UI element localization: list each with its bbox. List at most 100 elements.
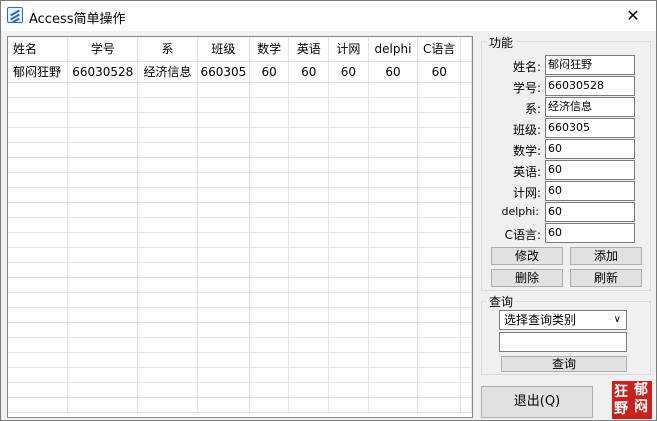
empty-cell xyxy=(368,292,419,308)
empty-cell xyxy=(460,142,472,158)
clang-field[interactable]: 60 xyxy=(545,223,635,243)
empty-cell xyxy=(8,97,69,113)
cell-math[interactable]: 60 xyxy=(249,61,290,83)
empty-cell xyxy=(288,187,330,203)
column-header-math[interactable]: 数学 xyxy=(249,37,290,62)
stamp-logo: 狂 郁 野 闷 xyxy=(612,381,652,419)
cell-dept[interactable]: 经济信息 xyxy=(137,61,198,83)
column-header-name[interactable]: 姓名 xyxy=(8,37,69,62)
empty-cell xyxy=(8,112,69,128)
empty-cell xyxy=(328,172,369,188)
empty-cell xyxy=(249,112,290,128)
empty-row xyxy=(8,217,472,233)
empty-cell xyxy=(137,397,198,413)
empty-cell xyxy=(328,217,369,233)
empty-cell xyxy=(368,202,419,218)
query-input[interactable] xyxy=(499,332,627,352)
empty-cell xyxy=(197,367,250,383)
empty-cell xyxy=(460,367,472,383)
close-button[interactable]: ✕ xyxy=(610,1,656,31)
column-header-network[interactable]: 计网 xyxy=(328,37,369,62)
empty-cell xyxy=(288,172,330,188)
cell-english[interactable]: 60 xyxy=(288,61,330,83)
empty-cell xyxy=(368,217,419,233)
empty-cell xyxy=(368,232,419,248)
empty-cell xyxy=(137,322,198,338)
student-grid[interactable]: 姓名 学号 系 班级 数学 英语 计网 delphi C语言 郁闷狂野 6603… xyxy=(7,36,473,418)
empty-row xyxy=(8,172,472,188)
empty-cell xyxy=(328,157,369,173)
cell-network[interactable]: 60 xyxy=(328,61,369,83)
query-button[interactable]: 查询 xyxy=(501,356,627,372)
empty-cell xyxy=(328,292,369,308)
empty-cell xyxy=(8,172,69,188)
class-field[interactable]: 660305 xyxy=(545,118,635,138)
delphi-field[interactable]: 60 xyxy=(545,202,635,222)
function-group-label: 功能 xyxy=(486,34,517,51)
column-header-clang[interactable]: C语言 xyxy=(417,37,462,62)
table-row[interactable]: 郁闷狂野 66030528 经济信息 660305 60 60 60 60 60 xyxy=(8,61,472,83)
column-header-class[interactable]: 班级 xyxy=(197,37,250,62)
empty-cell xyxy=(8,127,69,143)
empty-cell xyxy=(288,337,330,353)
empty-cell xyxy=(460,307,472,323)
name-field[interactable]: 郁闷狂野 xyxy=(545,55,635,75)
network-label: 计网: xyxy=(512,186,541,200)
column-header-dept[interactable]: 系 xyxy=(137,37,198,62)
modify-button[interactable]: 修改 xyxy=(491,247,563,265)
cell-clang[interactable]: 60 xyxy=(417,61,462,83)
empty-cell xyxy=(249,97,290,113)
column-header-delphi[interactable]: delphi xyxy=(368,37,419,62)
cell-name[interactable]: 郁闷狂野 xyxy=(8,61,69,83)
empty-cell xyxy=(417,127,462,143)
cell-class[interactable]: 660305 xyxy=(197,61,250,83)
empty-cell xyxy=(249,307,290,323)
empty-cell xyxy=(368,307,419,323)
empty-cell xyxy=(288,142,330,158)
title-bar[interactable]: Access简单操作 ✕ xyxy=(1,1,656,31)
empty-cell xyxy=(417,202,462,218)
empty-cell xyxy=(67,202,139,218)
column-header-english[interactable]: 英语 xyxy=(288,37,330,62)
empty-row xyxy=(8,397,472,413)
math-field[interactable]: 60 xyxy=(545,139,635,159)
empty-cell xyxy=(137,382,198,398)
empty-cell xyxy=(460,322,472,338)
empty-cell xyxy=(288,232,330,248)
grid-header-row: 姓名 学号 系 班级 数学 英语 计网 delphi C语言 xyxy=(8,37,472,62)
english-field[interactable]: 60 xyxy=(545,160,635,180)
empty-cell xyxy=(249,397,290,413)
exit-button[interactable]: 退出(Q) xyxy=(481,386,593,418)
stamp-glyph: 郁 xyxy=(634,382,648,398)
empty-cell xyxy=(368,337,419,353)
empty-cell xyxy=(368,187,419,203)
empty-cell xyxy=(8,382,69,398)
student-id-field[interactable]: 66030528 xyxy=(545,76,635,96)
query-type-select[interactable]: 选择查询类别 ∨ xyxy=(499,310,627,330)
empty-cell xyxy=(417,217,462,233)
empty-cell xyxy=(197,217,250,233)
chevron-down-icon: ∨ xyxy=(613,314,621,325)
empty-cell xyxy=(197,142,250,158)
delete-button[interactable]: 删除 xyxy=(491,269,563,287)
empty-cell xyxy=(197,82,250,98)
empty-cell xyxy=(8,247,69,263)
column-header-id[interactable]: 学号 xyxy=(67,37,139,62)
empty-cell xyxy=(197,292,250,308)
cell-delphi[interactable]: 60 xyxy=(368,61,419,83)
dept-field[interactable]: 经济信息 xyxy=(545,97,635,117)
stamp-glyph: 闷 xyxy=(634,399,648,415)
empty-cell xyxy=(8,82,69,98)
empty-cell xyxy=(8,262,69,278)
query-type-value: 选择查询类别 xyxy=(504,313,577,327)
empty-cell xyxy=(249,352,290,368)
refresh-button[interactable]: 刷新 xyxy=(570,269,642,287)
empty-cell xyxy=(328,232,369,248)
empty-cell xyxy=(67,232,139,248)
cell-id[interactable]: 66030528 xyxy=(67,61,139,83)
empty-cell xyxy=(368,397,419,413)
empty-cell xyxy=(288,247,330,263)
network-field[interactable]: 60 xyxy=(545,181,635,201)
empty-cell xyxy=(8,322,69,338)
add-button[interactable]: 添加 xyxy=(570,247,642,265)
